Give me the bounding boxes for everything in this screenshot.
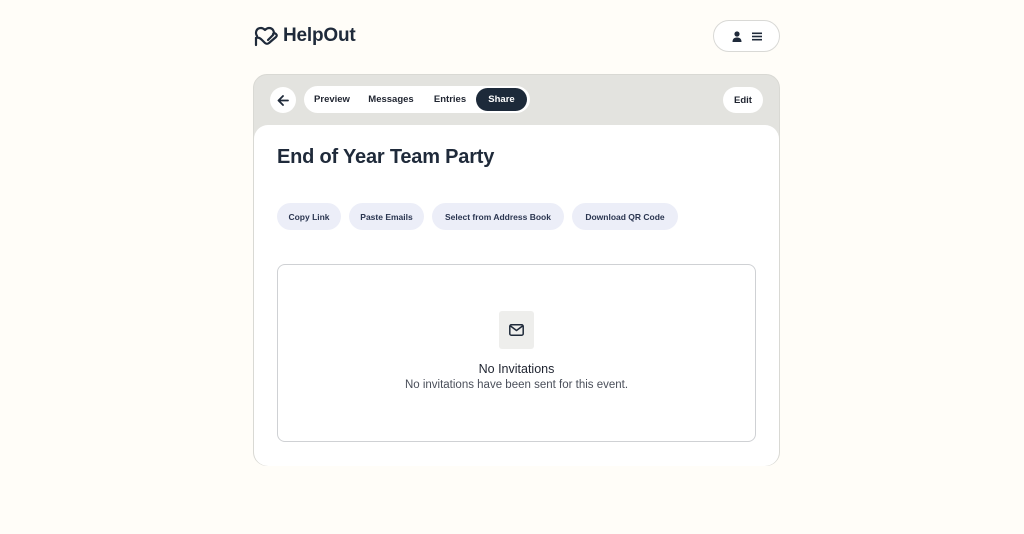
tab-entries[interactable]: Entries [424, 88, 476, 111]
tab-preview[interactable]: Preview [306, 88, 358, 111]
download-qr-code-button[interactable]: Download QR Code [572, 203, 678, 230]
tab-share[interactable]: Share [476, 88, 527, 111]
back-button[interactable] [270, 87, 296, 113]
event-tabs: Preview Messages Entries Share [304, 86, 530, 113]
paste-emails-button[interactable]: Paste Emails [349, 203, 424, 230]
hand-heart-icon [254, 26, 278, 47]
person-icon [732, 30, 741, 42]
invitations-empty-state: No Invitations No invitations have been … [277, 264, 756, 442]
user-menu-button[interactable] [713, 20, 780, 52]
arrow-left-icon [277, 94, 289, 106]
copy-link-button[interactable]: Copy Link [277, 203, 341, 230]
tab-messages[interactable]: Messages [358, 88, 424, 111]
empty-state-title: No Invitations [478, 362, 555, 376]
brand-name: HelpOut [283, 25, 356, 46]
event-card: Preview Messages Entries Share Edit End … [253, 74, 780, 466]
share-actions: Copy Link Paste Emails Select from Addre… [277, 203, 678, 230]
edit-button[interactable]: Edit [723, 87, 763, 113]
envelope-icon [509, 324, 524, 336]
select-from-address-book-button[interactable]: Select from Address Book [432, 203, 564, 230]
brand-logo[interactable]: HelpOut [253, 24, 356, 48]
envelope-icon-container [499, 311, 534, 349]
app-header: HelpOut [253, 20, 780, 54]
share-panel: End of Year Team Party Copy Link Paste E… [254, 125, 779, 466]
page-title: End of Year Team Party [277, 146, 495, 168]
hamburger-menu-icon [751, 32, 762, 40]
empty-state-description: No invitations have been sent for this e… [404, 379, 629, 391]
